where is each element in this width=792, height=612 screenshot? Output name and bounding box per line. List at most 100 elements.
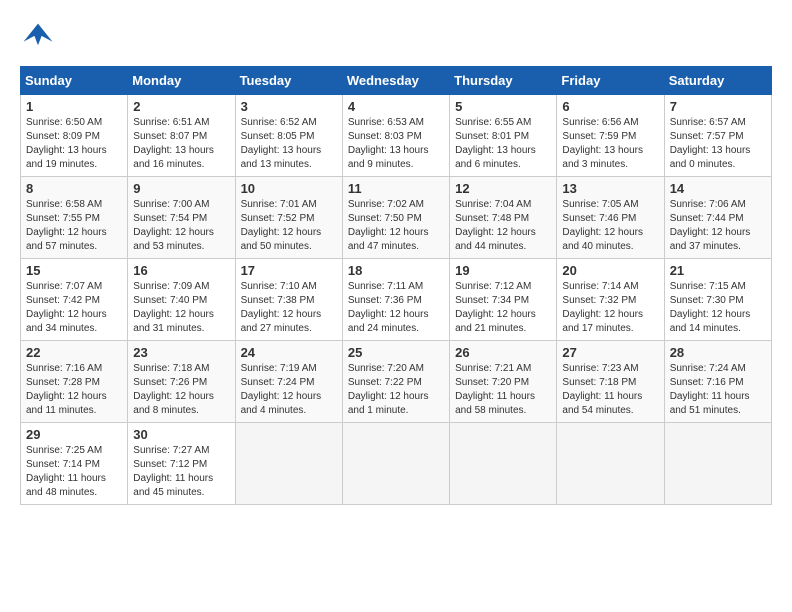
day-info: Sunrise: 7:23 AMSunset: 7:18 PMDaylight:… [562, 362, 658, 418]
day-cell-25: 25 Sunrise: 7:20 AMSunset: 7:22 PMDayligh… [342, 341, 449, 423]
day-info: Sunrise: 7:27 AMSunset: 7:12 PMDaylight:… [133, 444, 229, 500]
day-info: Sunrise: 7:11 AMSunset: 7:36 PMDaylight:… [348, 280, 444, 336]
day-number: 28 [670, 345, 766, 360]
day-number: 10 [241, 181, 337, 196]
day-info: Sunrise: 7:09 AMSunset: 7:40 PMDaylight:… [133, 280, 229, 336]
day-info: Sunrise: 7:01 AMSunset: 7:52 PMDaylight:… [241, 198, 337, 254]
empty-cell [235, 423, 342, 505]
day-number: 22 [26, 345, 122, 360]
day-info: Sunrise: 6:51 AMSunset: 8:07 PMDaylight:… [133, 116, 229, 172]
column-header-sunday: Sunday [21, 67, 128, 95]
day-cell-7: 7 Sunrise: 6:57 AMSunset: 7:57 PMDaylight… [664, 95, 771, 177]
day-cell-27: 27 Sunrise: 7:23 AMSunset: 7:18 PMDayligh… [557, 341, 664, 423]
column-header-saturday: Saturday [664, 67, 771, 95]
column-header-monday: Monday [128, 67, 235, 95]
empty-cell [557, 423, 664, 505]
day-number: 12 [455, 181, 551, 196]
day-info: Sunrise: 7:00 AMSunset: 7:54 PMDaylight:… [133, 198, 229, 254]
day-cell-4: 4 Sunrise: 6:53 AMSunset: 8:03 PMDaylight… [342, 95, 449, 177]
day-number: 24 [241, 345, 337, 360]
day-cell-12: 12 Sunrise: 7:04 AMSunset: 7:48 PMDayligh… [450, 177, 557, 259]
column-header-friday: Friday [557, 67, 664, 95]
day-cell-14: 14 Sunrise: 7:06 AMSunset: 7:44 PMDayligh… [664, 177, 771, 259]
day-number: 17 [241, 263, 337, 278]
day-number: 5 [455, 99, 551, 114]
day-info: Sunrise: 6:53 AMSunset: 8:03 PMDaylight:… [348, 116, 444, 172]
day-number: 4 [348, 99, 444, 114]
logo [20, 20, 60, 56]
day-info: Sunrise: 6:58 AMSunset: 7:55 PMDaylight:… [26, 198, 122, 254]
day-cell-6: 6 Sunrise: 6:56 AMSunset: 7:59 PMDaylight… [557, 95, 664, 177]
day-info: Sunrise: 7:19 AMSunset: 7:24 PMDaylight:… [241, 362, 337, 418]
calendar-header-row: SundayMondayTuesdayWednesdayThursdayFrid… [21, 67, 772, 95]
day-info: Sunrise: 7:14 AMSunset: 7:32 PMDaylight:… [562, 280, 658, 336]
day-info: Sunrise: 7:05 AMSunset: 7:46 PMDaylight:… [562, 198, 658, 254]
day-info: Sunrise: 7:02 AMSunset: 7:50 PMDaylight:… [348, 198, 444, 254]
day-cell-2: 2Sunrise: 6:51 AMSunset: 8:07 PMDaylight… [128, 95, 235, 177]
day-number: 25 [348, 345, 444, 360]
day-cell-5: 5 Sunrise: 6:55 AMSunset: 8:01 PMDaylight… [450, 95, 557, 177]
day-number: 27 [562, 345, 658, 360]
day-info: Sunrise: 6:55 AMSunset: 8:01 PMDaylight:… [455, 116, 551, 172]
day-cell-8: 8 Sunrise: 6:58 AMSunset: 7:55 PMDaylight… [21, 177, 128, 259]
day-number: 3 [241, 99, 337, 114]
day-info: Sunrise: 7:10 AMSunset: 7:38 PMDaylight:… [241, 280, 337, 336]
day-cell-10: 10 Sunrise: 7:01 AMSunset: 7:52 PMDayligh… [235, 177, 342, 259]
day-cell-24: 24 Sunrise: 7:19 AMSunset: 7:24 PMDayligh… [235, 341, 342, 423]
week-row-2: 8 Sunrise: 6:58 AMSunset: 7:55 PMDaylight… [21, 177, 772, 259]
day-cell-20: 20 Sunrise: 7:14 AMSunset: 7:32 PMDayligh… [557, 259, 664, 341]
logo-icon [20, 20, 56, 56]
day-info: Sunrise: 7:07 AMSunset: 7:42 PMDaylight:… [26, 280, 122, 336]
day-info: Sunrise: 7:25 AMSunset: 7:14 PMDaylight:… [26, 444, 122, 500]
day-number: 9 [133, 181, 229, 196]
day-number: 6 [562, 99, 658, 114]
day-number: 15 [26, 263, 122, 278]
day-cell-22: 22Sunrise: 7:16 AMSunset: 7:28 PMDayligh… [21, 341, 128, 423]
day-number: 23 [133, 345, 229, 360]
day-cell-18: 18 Sunrise: 7:11 AMSunset: 7:36 PMDayligh… [342, 259, 449, 341]
day-info: Sunrise: 7:18 AMSunset: 7:26 PMDaylight:… [133, 362, 229, 418]
day-cell-1: 1Sunrise: 6:50 AMSunset: 8:09 PMDaylight… [21, 95, 128, 177]
day-info: Sunrise: 6:52 AMSunset: 8:05 PMDaylight:… [241, 116, 337, 172]
column-header-thursday: Thursday [450, 67, 557, 95]
day-number: 8 [26, 181, 122, 196]
day-number: 14 [670, 181, 766, 196]
day-cell-17: 17 Sunrise: 7:10 AMSunset: 7:38 PMDayligh… [235, 259, 342, 341]
week-row-1: 1Sunrise: 6:50 AMSunset: 8:09 PMDaylight… [21, 95, 772, 177]
column-header-wednesday: Wednesday [342, 67, 449, 95]
week-row-5: 29Sunrise: 7:25 AMSunset: 7:14 PMDayligh… [21, 423, 772, 505]
day-cell-26: 26Sunrise: 7:21 AMSunset: 7:20 PMDayligh… [450, 341, 557, 423]
day-info: Sunrise: 7:12 AMSunset: 7:34 PMDaylight:… [455, 280, 551, 336]
day-info: Sunrise: 7:04 AMSunset: 7:48 PMDaylight:… [455, 198, 551, 254]
day-cell-30: 30 Sunrise: 7:27 AMSunset: 7:12 PMDayligh… [128, 423, 235, 505]
day-cell-3: 3 Sunrise: 6:52 AMSunset: 8:05 PMDaylight… [235, 95, 342, 177]
day-info: Sunrise: 7:21 AMSunset: 7:20 PMDaylight:… [455, 362, 551, 418]
day-cell-9: 9 Sunrise: 7:00 AMSunset: 7:54 PMDaylight… [128, 177, 235, 259]
day-cell-28: 28 Sunrise: 7:24 AMSunset: 7:16 PMDayligh… [664, 341, 771, 423]
day-cell-13: 13 Sunrise: 7:05 AMSunset: 7:46 PMDayligh… [557, 177, 664, 259]
day-number: 19 [455, 263, 551, 278]
day-number: 21 [670, 263, 766, 278]
empty-cell [450, 423, 557, 505]
empty-cell [342, 423, 449, 505]
day-number: 11 [348, 181, 444, 196]
day-number: 20 [562, 263, 658, 278]
calendar-table: SundayMondayTuesdayWednesdayThursdayFrid… [20, 66, 772, 505]
day-cell-23: 23 Sunrise: 7:18 AMSunset: 7:26 PMDayligh… [128, 341, 235, 423]
day-number: 13 [562, 181, 658, 196]
day-number: 30 [133, 427, 229, 442]
day-cell-19: 19 Sunrise: 7:12 AMSunset: 7:34 PMDayligh… [450, 259, 557, 341]
day-info: Sunrise: 6:56 AMSunset: 7:59 PMDaylight:… [562, 116, 658, 172]
day-cell-11: 11 Sunrise: 7:02 AMSunset: 7:50 PMDayligh… [342, 177, 449, 259]
day-info: Sunrise: 7:20 AMSunset: 7:22 PMDaylight:… [348, 362, 444, 418]
page-header [20, 20, 772, 56]
day-number: 7 [670, 99, 766, 114]
week-row-3: 15 Sunrise: 7:07 AMSunset: 7:42 PMDayligh… [21, 259, 772, 341]
day-number: 18 [348, 263, 444, 278]
day-cell-29: 29Sunrise: 7:25 AMSunset: 7:14 PMDayligh… [21, 423, 128, 505]
day-info: Sunrise: 7:06 AMSunset: 7:44 PMDaylight:… [670, 198, 766, 254]
day-info: Sunrise: 6:57 AMSunset: 7:57 PMDaylight:… [670, 116, 766, 172]
day-cell-16: 16Sunrise: 7:09 AMSunset: 7:40 PMDayligh… [128, 259, 235, 341]
day-cell-21: 21Sunrise: 7:15 AMSunset: 7:30 PMDayligh… [664, 259, 771, 341]
day-info: Sunrise: 7:24 AMSunset: 7:16 PMDaylight:… [670, 362, 766, 418]
